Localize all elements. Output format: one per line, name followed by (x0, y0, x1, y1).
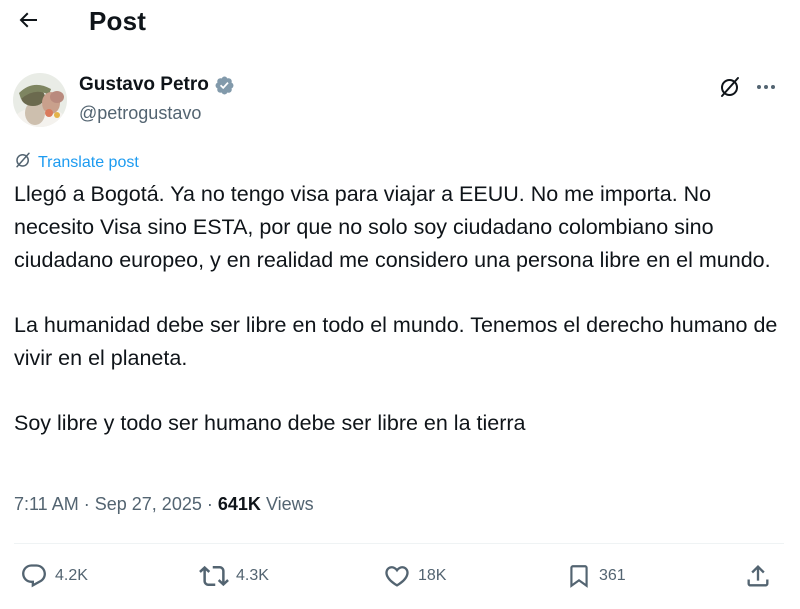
heart-icon (383, 562, 411, 590)
author-name[interactable]: Gustavo Petro (79, 74, 209, 96)
post-paragraph: Llegó a Bogotá. Ya no tengo visa para vi… (14, 182, 771, 272)
translate-post-link[interactable]: Translate post (14, 151, 139, 174)
post-header: Post (0, 0, 800, 46)
reply-icon (20, 562, 48, 590)
like-count: 18K (418, 567, 447, 584)
share-icon (744, 562, 772, 590)
post-time[interactable]: 7:11 AM (14, 494, 79, 514)
post-meta: 7:11 AM · Sep 27, 2025 · 641K Views (14, 494, 314, 515)
post-paragraph: Soy libre y todo ser humano debe ser lib… (14, 411, 526, 435)
grok-icon (718, 75, 742, 104)
translate-post-label: Translate post (38, 153, 139, 171)
avatar[interactable] (13, 73, 67, 127)
author-handle[interactable]: @petrogustavo (79, 103, 201, 124)
grok-translate-icon (14, 151, 32, 174)
arrow-left-icon (16, 8, 40, 37)
divider (14, 543, 784, 544)
share-button[interactable] (744, 561, 772, 591)
bookmark-button[interactable]: 361 (566, 561, 626, 591)
repost-button[interactable]: 4.3K (199, 561, 269, 591)
like-button[interactable]: 18K (383, 561, 446, 591)
repost-icon (199, 561, 229, 591)
post-date[interactable]: Sep 27, 2025 (95, 494, 202, 514)
views-count: 641K (217, 494, 261, 514)
bookmark-icon (566, 562, 592, 590)
more-options-button[interactable] (752, 76, 780, 102)
meta-separator: · (83, 494, 90, 514)
grok-button[interactable] (717, 76, 743, 102)
more-dots-icon (755, 76, 777, 103)
bookmark-count: 361 (599, 567, 626, 584)
verified-badge-icon (214, 75, 235, 96)
post-text: Llegó a Bogotá. Ya no tengo visa para vi… (14, 178, 784, 440)
back-button[interactable] (12, 6, 44, 38)
views-label: Views (265, 494, 314, 514)
reply-button[interactable]: 4.2K (20, 561, 88, 591)
repost-count: 4.3K (236, 567, 269, 584)
reply-count: 4.2K (55, 567, 88, 584)
page-title: Post (89, 6, 147, 36)
author-name-row: Gustavo Petro (79, 74, 235, 96)
meta-separator: · (206, 494, 213, 514)
post-paragraph: La humanidad debe ser libre en todo el m… (14, 313, 778, 370)
